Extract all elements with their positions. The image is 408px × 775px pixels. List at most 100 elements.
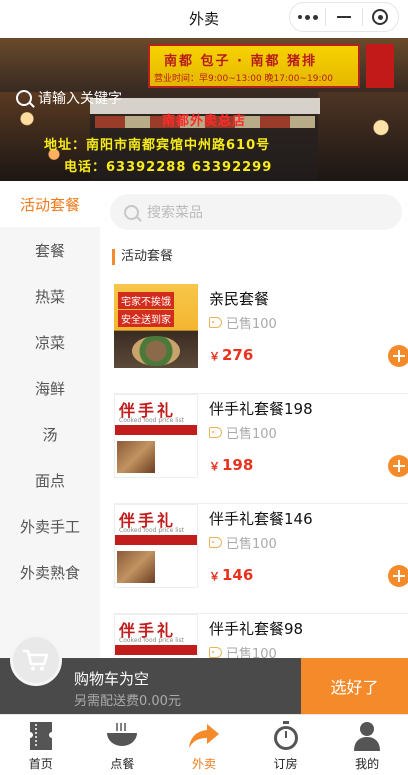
category-label: 活动套餐 xyxy=(19,195,80,214)
category-label: 热菜 xyxy=(34,287,65,306)
title-bar: 外卖 xyxy=(0,0,408,36)
dish-image-subtitle: Cooked food price list xyxy=(119,527,185,534)
dish-sold: 已售100 xyxy=(209,423,277,442)
category-item[interactable]: 海鲜 xyxy=(0,365,100,411)
dish-name: 伴手礼套餐198 xyxy=(209,400,313,418)
dish-price: ￥ 198 xyxy=(209,456,253,474)
dish-image-subtitle: Cooked food price list xyxy=(119,417,185,424)
tab-label: 订房 xyxy=(273,757,298,771)
minus-icon xyxy=(336,16,351,18)
category-item[interactable]: 凉菜 xyxy=(0,319,100,365)
store-banner: 南都 包子 · 南都 猪排 营业时间：早9:00~13:00 晚17:00~19… xyxy=(0,38,408,181)
add-to-cart-icon[interactable] xyxy=(388,455,408,477)
dish-image-bar xyxy=(115,425,197,435)
tag-icon xyxy=(209,317,222,328)
dish-search-input[interactable]: 搜索菜品 xyxy=(110,194,402,230)
cart-status: 购物车为空 xyxy=(74,670,150,688)
dish-item[interactable]: 宅家不挨饿 安全送到家 亲民套餐 已售100 ￥ 276 xyxy=(114,284,408,394)
banner-sign-text: 南都 包子 · 南都 猪排 xyxy=(164,54,318,69)
category-label: 外卖熟食 xyxy=(19,563,80,582)
dish-item[interactable]: 伴手礼 Cooked food price list 伴手礼套餐146 已售10… xyxy=(114,504,408,614)
keyword-search-button[interactable]: 请输入关键字 xyxy=(16,88,122,108)
tab-profile[interactable]: 我的 xyxy=(326,715,408,775)
more-dots-icon xyxy=(297,14,318,20)
banner-sign-hours: 营业时间：早9:00~13:00 晚17:00~19:00 xyxy=(154,74,333,84)
delivery-fee: 另需配送费0.00元 xyxy=(74,694,181,709)
banner-street-right xyxy=(318,92,408,181)
dish-list-panel: 搜索菜品 活动套餐 宅家不挨饿 安全送到家 亲民套餐 已售100 ￥ 276 伴手… xyxy=(100,181,408,658)
tab-booking[interactable]: 订房 xyxy=(245,715,327,775)
tab-label: 点餐 xyxy=(110,757,135,771)
dish-sold-text: 已售100 xyxy=(226,427,277,442)
dish-sold-text: 已售100 xyxy=(226,537,277,552)
ticket-icon xyxy=(24,719,58,753)
food-photo xyxy=(117,551,155,583)
tab-takeout[interactable]: 外卖 xyxy=(163,715,245,775)
category-sidebar: 活动套餐 套餐 热菜 凉菜 海鲜 汤 面点 外卖手工 外卖熟食 xyxy=(0,181,100,658)
bowl-icon xyxy=(105,719,139,753)
dish-image-subtitle: Cooked food price list xyxy=(119,637,185,644)
food-bowl-image xyxy=(132,336,180,366)
category-item[interactable]: 套餐 xyxy=(0,227,100,273)
banner-shop-sign: 南都 包子 · 南都 猪排 营业时间：早9:00~13:00 晚17:00~19… xyxy=(148,44,360,88)
more-button[interactable] xyxy=(290,3,325,31)
minimize-button[interactable] xyxy=(326,3,361,31)
dish-image-bar xyxy=(115,535,197,545)
bottom-tab-bar: 首页 点餐 外卖 订房 我的 xyxy=(0,714,408,775)
close-button[interactable] xyxy=(363,3,398,31)
dish-price: ￥ 146 xyxy=(209,566,253,584)
dish-sold-text: 已售100 xyxy=(226,317,277,332)
currency-symbol: ￥ xyxy=(209,570,220,583)
banner-brand-logo xyxy=(366,44,394,88)
tab-label: 我的 xyxy=(355,757,380,771)
dish-search-placeholder: 搜索菜品 xyxy=(147,205,203,221)
search-icon xyxy=(16,90,32,106)
category-item[interactable]: 外卖手工 xyxy=(0,503,100,549)
tab-label: 首页 xyxy=(28,757,53,771)
dish-name: 伴手礼套餐98 xyxy=(209,620,304,638)
tab-home[interactable]: 首页 xyxy=(0,715,82,775)
dish-image-text: 安全送到家 xyxy=(118,310,174,327)
banner-phone: 电话：63392288 63392299 xyxy=(64,160,273,175)
category-item[interactable]: 汤 xyxy=(0,411,100,457)
banner-address: 地址：南阳市南都宾馆中州路610号 xyxy=(44,138,271,153)
dish-name: 伴手礼套餐146 xyxy=(209,510,313,528)
dish-image: 伴手礼 Cooked food price list xyxy=(114,504,198,588)
category-label: 面点 xyxy=(34,471,65,490)
price-value: 198 xyxy=(222,456,254,474)
target-icon xyxy=(372,9,389,25)
dish-image: 伴手礼 Cooked food price list xyxy=(114,394,198,478)
share-arrow-icon xyxy=(187,719,221,753)
add-to-cart-icon[interactable] xyxy=(388,565,408,587)
category-label: 套餐 xyxy=(34,241,65,260)
tag-icon xyxy=(209,647,222,658)
category-label: 凉菜 xyxy=(34,333,65,352)
category-label: 汤 xyxy=(42,425,58,444)
stopwatch-icon xyxy=(269,719,303,753)
price-value: 276 xyxy=(222,346,254,364)
section-title: 活动套餐 xyxy=(112,249,173,265)
checkout-button[interactable]: 选好了 xyxy=(301,658,408,714)
dish-sold-text: 已售100 xyxy=(226,647,277,658)
currency-symbol: ￥ xyxy=(209,460,220,473)
dish-sold: 已售100 xyxy=(209,313,277,332)
category-item[interactable]: 外卖熟食 xyxy=(0,549,100,595)
food-photo xyxy=(117,441,155,473)
category-item[interactable]: 活动套餐 xyxy=(0,181,100,227)
tab-order[interactable]: 点餐 xyxy=(82,715,164,775)
dish-image: 伴手礼 Cooked food price list xyxy=(114,614,198,658)
dish-item[interactable]: 伴手礼 Cooked food price list 伴手礼套餐198 已售10… xyxy=(114,394,408,504)
dish-image-bar xyxy=(115,645,197,655)
dish-item[interactable]: 伴手礼 Cooked food price list 伴手礼套餐98 已售100… xyxy=(114,614,400,658)
category-label: 外卖手工 xyxy=(19,517,80,536)
cart-button[interactable] xyxy=(10,634,62,686)
add-to-cart-icon[interactable] xyxy=(388,345,408,367)
dish-image: 宅家不挨饿 安全送到家 xyxy=(114,284,198,368)
category-item[interactable]: 面点 xyxy=(0,457,100,503)
dish-sold: 已售100 xyxy=(209,533,277,552)
shopping-cart-icon xyxy=(22,649,49,671)
category-item[interactable]: 热菜 xyxy=(0,273,100,319)
dish-image-text: 宅家不挨饿 xyxy=(118,292,174,309)
banner-shop-name: 南都外卖总店 xyxy=(161,114,246,129)
dish-name: 亲民套餐 xyxy=(209,290,270,308)
